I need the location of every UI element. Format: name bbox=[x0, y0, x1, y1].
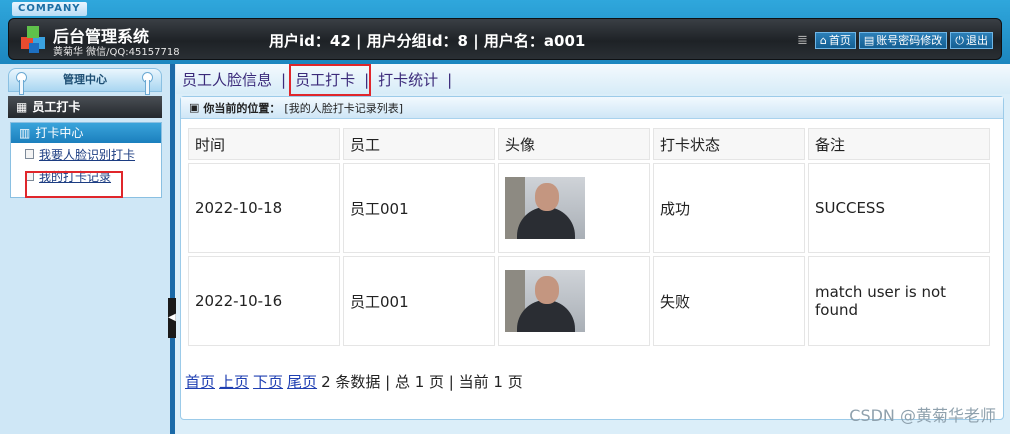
sidebar-item-my-records[interactable]: 我的打卡记录 bbox=[11, 165, 161, 187]
menu-lines-icon: ≣ bbox=[797, 33, 808, 48]
location-value: [我的人脸打卡记录列表] bbox=[284, 101, 403, 115]
pin-icon bbox=[16, 72, 27, 95]
pagination: 首页 上页 下页 尾页 2 条数据 | 总 1 页 | 当前 1 页 bbox=[185, 371, 523, 392]
cell-remark: match user is not found bbox=[808, 256, 990, 346]
avatar bbox=[505, 270, 585, 332]
location-label: 你当前的位置： bbox=[203, 101, 281, 115]
sidebar-head: 管理中心 bbox=[8, 68, 162, 92]
pager-last-link[interactable]: 尾页 bbox=[287, 371, 317, 392]
column-header-remark: 备注 bbox=[808, 128, 990, 160]
password-change-button[interactable]: ▤ 账号密码修改 bbox=[858, 32, 948, 49]
watermark: CSDN @黄菊华老师 bbox=[849, 406, 996, 425]
logo-cubes-icon bbox=[21, 26, 45, 53]
column-header-employee: 员工 bbox=[343, 128, 495, 160]
table-row: 2022-10-16 员工001 失败 match user is not fo… bbox=[188, 256, 990, 346]
cell-time: 2022-10-18 bbox=[188, 163, 340, 253]
cell-status: 成功 bbox=[653, 163, 805, 253]
user-info: 用户id：42 | 用户分组id：8 | 用户名：a001 bbox=[269, 32, 586, 50]
table-row: 2022-10-18 员工001 成功 SUCCESS bbox=[188, 163, 990, 253]
document-icon bbox=[25, 171, 34, 181]
top-nav: ≣ ⌂ 首页 ▤ 账号密码修改 ⏻ 退出 bbox=[797, 32, 993, 49]
collapse-sidebar-button[interactable]: ◀ bbox=[168, 298, 176, 338]
header-bar: 后台管理系统 黄菊华 微信/QQ:45157718 用户id：42 | 用户分组… bbox=[8, 18, 1002, 60]
avatar bbox=[505, 177, 585, 239]
sidebar-item-label: 我要人脸识别打卡 bbox=[39, 147, 136, 162]
cell-status: 失败 bbox=[653, 256, 805, 346]
document-icon bbox=[25, 149, 34, 159]
table-header-row: 时间 员工 头像 打卡状态 备注 bbox=[188, 128, 990, 160]
logout-button-label: 退出 bbox=[966, 34, 988, 47]
cell-remark: SUCCESS bbox=[808, 163, 990, 253]
column-header-avatar: 头像 bbox=[498, 128, 650, 160]
company-tag: COMPANY bbox=[12, 2, 87, 16]
menu-panel: ▥ 打卡中心 我要人脸识别打卡 我的打卡记录 bbox=[10, 122, 162, 198]
list-icon: ▥ bbox=[19, 126, 31, 140]
home-button-label: 首页 bbox=[828, 34, 851, 47]
logout-button[interactable]: ⏻ 退出 bbox=[950, 32, 993, 49]
home-button[interactable]: ⌂ 首页 bbox=[814, 32, 856, 49]
sidebar-divider bbox=[170, 64, 175, 434]
app-subtitle: 黄菊华 微信/QQ:45157718 bbox=[53, 47, 180, 58]
home-icon: ⌂ bbox=[819, 34, 827, 47]
tab-separator: | bbox=[281, 70, 287, 89]
document-icon: ▤ bbox=[863, 34, 875, 47]
pager-prev-link[interactable]: 上页 bbox=[219, 371, 249, 392]
pin-icon bbox=[142, 72, 153, 95]
cell-avatar bbox=[498, 163, 650, 253]
chevron-left-icon: ◀ bbox=[168, 312, 176, 323]
sidebar-item-label: 我的打卡记录 bbox=[39, 169, 112, 184]
records-table: 时间 员工 头像 打卡状态 备注 2022-10-18 员工001 成功 SUC… bbox=[185, 125, 993, 349]
password-button-label: 账号密码修改 bbox=[876, 34, 943, 47]
sidebar: 管理中心 ▦ 员工打卡 ▥ 打卡中心 我要人脸识别打卡 我的打卡记录 bbox=[0, 64, 172, 434]
power-icon: ⏻ bbox=[955, 34, 964, 47]
breadcrumb: ▣ 你当前的位置： [我的人脸打卡记录列表] bbox=[181, 97, 1003, 119]
app-header: COMPANY 后台管理系统 黄菊华 微信/QQ:45157718 用户id：4… bbox=[0, 0, 1010, 64]
window-icon: ▣ bbox=[189, 101, 200, 114]
column-header-status: 打卡状态 bbox=[653, 128, 805, 160]
pager-next-link[interactable]: 下页 bbox=[253, 371, 283, 392]
cell-employee: 员工001 bbox=[343, 256, 495, 346]
tab-bar: 员工人脸信息 | 员工打卡 | 打卡统计 | bbox=[176, 64, 1010, 94]
pager-summary: 2 条数据 | 总 1 页 | 当前 1 页 bbox=[321, 373, 523, 391]
tab-face-info[interactable]: 员工人脸信息 bbox=[176, 69, 278, 90]
cell-avatar bbox=[498, 256, 650, 346]
pager-first-link[interactable]: 首页 bbox=[185, 371, 215, 392]
section-label: 员工打卡 bbox=[32, 100, 81, 114]
sidebar-item-face-checkin[interactable]: 我要人脸识别打卡 bbox=[11, 143, 161, 165]
cell-employee: 员工001 bbox=[343, 163, 495, 253]
tab-row: 员工人脸信息 | 员工打卡 | 打卡统计 | bbox=[176, 69, 455, 90]
sidebar-section-employee-checkin[interactable]: ▦ 员工打卡 bbox=[8, 96, 162, 118]
tab-employee-checkin[interactable]: 员工打卡 bbox=[289, 69, 361, 90]
cell-time: 2022-10-16 bbox=[188, 256, 340, 346]
grid-icon: ▦ bbox=[16, 100, 28, 114]
menu-head: ▥ 打卡中心 bbox=[11, 123, 161, 143]
content-panel: ▣ 你当前的位置： [我的人脸打卡记录列表] 时间 员工 头像 打卡状态 备注 … bbox=[180, 96, 1004, 420]
tab-separator: | bbox=[447, 70, 453, 89]
tab-separator: | bbox=[364, 70, 370, 89]
tab-checkin-stats[interactable]: 打卡统计 bbox=[372, 69, 444, 90]
menu-head-label: 打卡中心 bbox=[35, 126, 84, 140]
column-header-time: 时间 bbox=[188, 128, 340, 160]
